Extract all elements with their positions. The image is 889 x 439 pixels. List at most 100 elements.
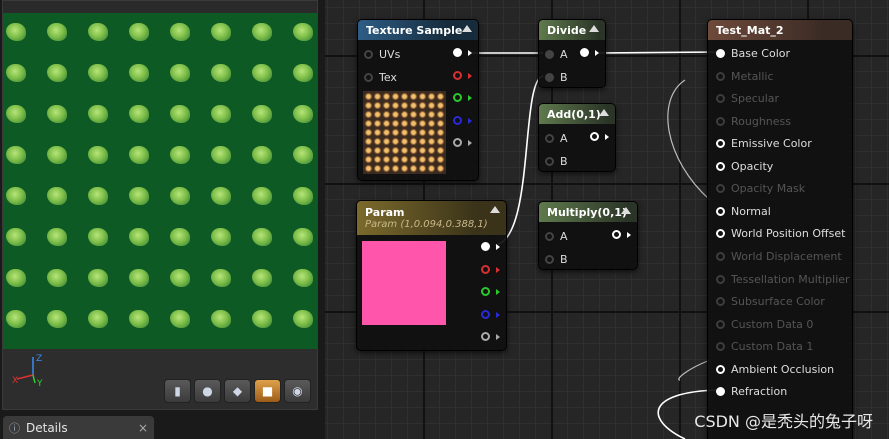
sphere-preview-button[interactable]: ● xyxy=(194,379,221,403)
texture-tile xyxy=(170,187,190,205)
cube-preview-button[interactable]: ■ xyxy=(254,379,281,403)
texture-tile xyxy=(6,187,26,205)
texture-tile xyxy=(129,146,149,164)
texture-tile xyxy=(47,269,67,287)
pin-r-out[interactable] xyxy=(453,71,472,80)
texture-tile xyxy=(129,310,149,328)
node-title: Multiply(0,1) xyxy=(547,205,627,219)
texture-tile xyxy=(293,146,313,164)
texture-tile xyxy=(88,23,108,41)
pin-b[interactable]: B xyxy=(545,155,568,168)
pin-out[interactable] xyxy=(612,230,631,239)
texture-tile xyxy=(129,269,149,287)
material-preview-viewport[interactable]: Z X Y ▮ ● ◆ ■ ◉ xyxy=(2,0,318,410)
pin-emissive-color[interactable]: Emissive Color xyxy=(716,137,812,150)
collapse-icon[interactable] xyxy=(599,109,609,116)
pin-world-displacement[interactable]: World Displacement xyxy=(716,250,842,263)
texture-tile xyxy=(129,187,149,205)
texture-tile xyxy=(293,23,313,41)
teapot-preview-button[interactable]: ◉ xyxy=(284,379,311,403)
texture-tile xyxy=(252,64,272,82)
pin-b-out[interactable] xyxy=(481,310,500,319)
pin-ambient-occlusion[interactable]: Ambient Occlusion xyxy=(716,363,834,376)
pin-b[interactable]: B xyxy=(545,253,568,266)
texture-tile xyxy=(211,105,231,123)
texture-tile xyxy=(170,105,190,123)
texture-tile xyxy=(170,310,190,328)
pin-a-out[interactable] xyxy=(453,138,472,147)
node-title: Add(0,1) xyxy=(547,107,601,121)
texture-tile xyxy=(129,64,149,82)
pin-rgb-out[interactable] xyxy=(481,242,500,251)
axis-x-label: X xyxy=(12,376,18,386)
node-param[interactable]: Param Param (1,0.094,0.388,1) xyxy=(356,200,507,351)
pin-b-out[interactable] xyxy=(453,116,472,125)
texture-tile xyxy=(293,64,313,82)
pin-opacity-mask[interactable]: Opacity Mask xyxy=(716,182,805,195)
pin-normal[interactable]: Normal xyxy=(716,205,771,218)
collapse-icon[interactable] xyxy=(462,25,472,32)
texture-tile xyxy=(293,105,313,123)
cylinder-icon: ▮ xyxy=(174,384,181,398)
pin-rgb-out[interactable] xyxy=(453,48,472,57)
pin-roughness[interactable]: Roughness xyxy=(716,115,791,128)
pin-custom-data-0[interactable]: Custom Data 0 xyxy=(716,318,813,331)
material-graph[interactable]: Texture Sample UVs Tex Divide A B Add(0,… xyxy=(325,0,889,439)
pin-refraction[interactable]: Refraction xyxy=(716,385,787,398)
node-texture-sample[interactable]: Texture Sample UVs Tex xyxy=(357,19,479,181)
node-add[interactable]: Add(0,1) A B xyxy=(538,103,616,172)
pin-tessellation-multiplier[interactable]: Tessellation Multiplier xyxy=(716,273,850,286)
node-divide[interactable]: Divide A B xyxy=(538,19,606,88)
pin-world-position-offset[interactable]: World Position Offset xyxy=(716,227,845,240)
texture-tile xyxy=(170,146,190,164)
close-icon[interactable]: × xyxy=(138,421,148,435)
pin-opacity[interactable]: Opacity xyxy=(716,160,773,173)
texture-tile xyxy=(88,105,108,123)
texture-tile xyxy=(293,228,313,246)
details-tab-label: Details xyxy=(26,420,68,435)
texture-tile xyxy=(47,187,67,205)
axis-z-label: Z xyxy=(36,354,42,364)
texture-tile xyxy=(252,23,272,41)
preview-shape-buttons: ▮ ● ◆ ■ ◉ xyxy=(164,379,311,403)
pin-a[interactable]: A xyxy=(545,132,568,145)
plane-preview-button[interactable]: ◆ xyxy=(224,379,251,403)
texture-tile xyxy=(88,146,108,164)
details-tab[interactable]: ⓘ Details × xyxy=(3,416,154,439)
texture-tile xyxy=(252,269,272,287)
pin-a[interactable]: A xyxy=(545,230,568,243)
pin-g-out[interactable] xyxy=(453,93,472,102)
pin-out[interactable] xyxy=(590,132,609,141)
pin-g-out[interactable] xyxy=(481,287,500,296)
texture-tile xyxy=(293,269,313,287)
texture-tile xyxy=(211,146,231,164)
texture-tile xyxy=(129,228,149,246)
wire-divide-to-basecolor xyxy=(597,51,719,54)
pin-a[interactable]: A xyxy=(545,48,568,61)
collapse-icon[interactable] xyxy=(490,206,500,213)
param-color-swatch[interactable] xyxy=(362,241,446,325)
info-icon: ⓘ xyxy=(9,421,20,435)
node-multiply[interactable]: Multiply(0,1) A B xyxy=(538,201,638,270)
pin-b[interactable]: B xyxy=(545,71,568,84)
texture-tile xyxy=(252,105,272,123)
pin-a-out[interactable] xyxy=(481,332,500,341)
pin-out[interactable] xyxy=(580,48,599,57)
pin-specular[interactable]: Specular xyxy=(716,92,779,105)
pin-metallic[interactable]: Metallic xyxy=(716,70,774,83)
cylinder-preview-button[interactable]: ▮ xyxy=(164,379,191,403)
pin-subsurface-color[interactable]: Subsurface Color xyxy=(716,295,825,308)
pin-r-out[interactable] xyxy=(481,265,500,274)
pin-base-color[interactable]: Base Color xyxy=(716,47,790,60)
texture-tile xyxy=(129,105,149,123)
collapse-icon[interactable] xyxy=(589,25,599,32)
texture-tile xyxy=(47,146,67,164)
texture-tile xyxy=(6,105,26,123)
texture-tile xyxy=(252,146,272,164)
node-material-result[interactable]: Test_Mat_2 Base Color Metallic Specular Rou… xyxy=(707,19,853,439)
pin-custom-data-1[interactable]: Custom Data 1 xyxy=(716,340,813,353)
collapse-icon[interactable] xyxy=(621,207,631,214)
wire-background xyxy=(667,79,711,201)
pin-tex[interactable]: Tex xyxy=(364,71,397,84)
pin-uvs[interactable]: UVs xyxy=(364,48,400,61)
